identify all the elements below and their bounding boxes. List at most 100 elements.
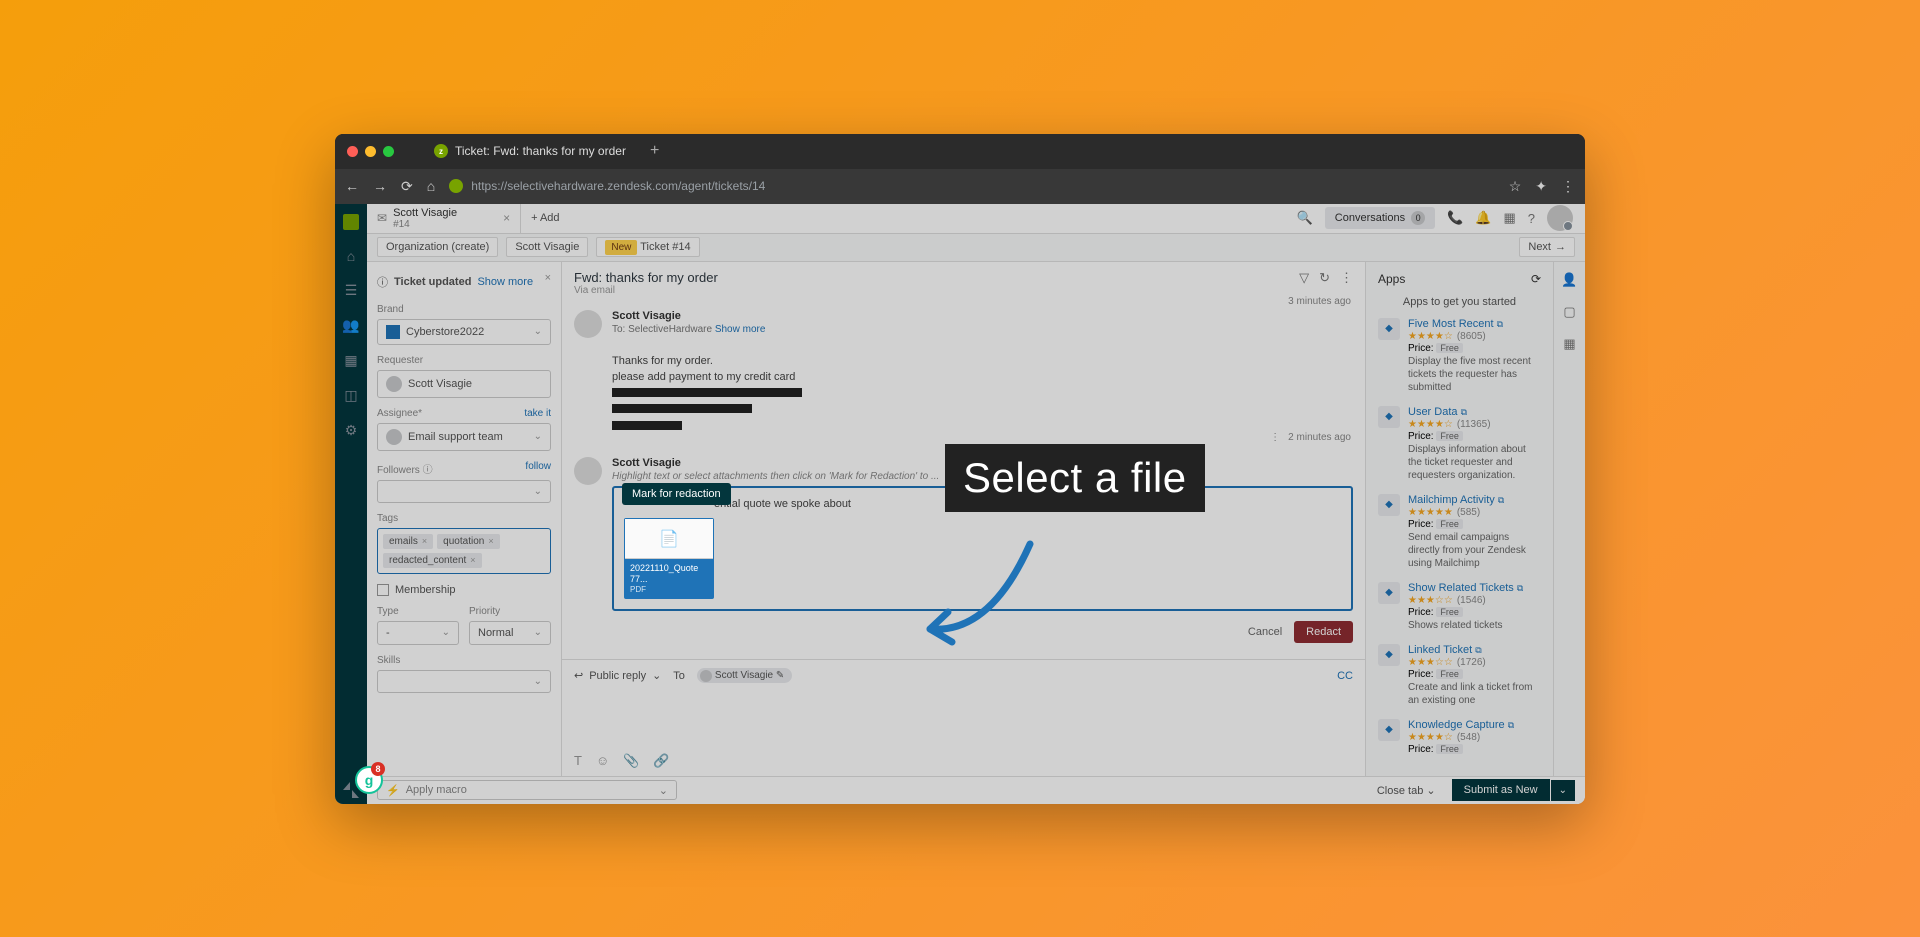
redact-button[interactable]: Redact [1294,621,1353,643]
apply-macro-select[interactable]: ⚡ Apply macro ⌄ [377,780,677,800]
user-icon[interactable]: 👤 [1561,272,1577,288]
tags-input[interactable]: emails× quotation× redacted_content× [377,528,551,574]
forward-icon[interactable]: → [373,178,387,194]
priority-select[interactable]: Normal ⌄ [469,621,551,645]
star-icon[interactable]: ☆ [1509,178,1522,195]
attach-icon[interactable]: 📎 [623,753,639,769]
help-icon[interactable]: ? [1528,211,1535,226]
maximize-window[interactable] [383,146,394,157]
nav-rail: ⌂ ☰ 👥 ▦ ◫ ⚙ [335,204,367,804]
submit-button[interactable]: Submit as New [1452,779,1550,801]
take-it-link[interactable]: take it [524,408,551,419]
tag-redacted: redacted_content× [383,553,482,568]
followers-select[interactable]: ⌄ [377,480,551,503]
apps-icon[interactable]: ▦ [1503,210,1515,226]
next-button[interactable]: Next → [1519,237,1575,257]
app-price: Price: Free [1408,744,1541,755]
zendesk-logo-icon[interactable] [343,214,359,230]
knowledge-icon[interactable]: ▢ [1563,304,1575,320]
search-icon[interactable]: 🔍 [1297,210,1313,226]
notifications-icon[interactable]: 🔔 [1475,210,1491,226]
chevron-down-icon: ⌄ [534,676,542,687]
bc-user[interactable]: Scott Visagie [506,237,588,257]
arrow-right-icon: → [1555,241,1566,253]
grid-icon[interactable]: ▦ [1563,336,1575,352]
reporting-nav-icon[interactable]: ◫ [344,387,357,404]
bc-organization[interactable]: Organization (create) [377,237,498,257]
requester-label: Requester [377,355,551,366]
ticket-tab[interactable]: ✉ Scott Visagie #14 × [367,204,521,233]
app-item[interactable]: ◆ Mailchimp Activity ⧉ ★★★★★(585) Price:… [1378,494,1541,570]
file-name: 20221110_Quote 77... [630,563,708,585]
app-item[interactable]: ◆ Knowledge Capture ⧉ ★★★★☆(548) Price: … [1378,719,1541,756]
more-icon[interactable]: ⋮ [1340,270,1353,286]
app-title: Five Most Recent ⧉ [1408,318,1541,330]
url-field[interactable]: https://selectivehardware.zendesk.com/ag… [449,179,1495,193]
app-item[interactable]: ◆ Five Most Recent ⧉ ★★★★☆(8605) Price: … [1378,318,1541,394]
tab-title: Ticket: Fwd: thanks for my order [455,144,626,158]
emoji-icon[interactable]: ☺ [596,753,609,769]
banner-text: Ticket updated [394,276,471,288]
customers-nav-icon[interactable]: 👥 [342,317,359,334]
remove-tag-icon[interactable]: × [488,536,493,546]
assignee-select[interactable]: Email support team ⌄ [377,423,551,451]
home-nav-icon[interactable]: ⌂ [347,248,355,264]
browser-tab[interactable]: z Ticket: Fwd: thanks for my order [422,138,638,164]
app-item[interactable]: ◆ Linked Ticket ⧉ ★★★☆☆(1726) Price: Fre… [1378,644,1541,707]
app-title: Knowledge Capture ⧉ [1408,719,1541,731]
cc-button[interactable]: CC [1337,670,1353,682]
profile-avatar[interactable] [1547,205,1573,231]
cancel-button[interactable]: Cancel [1248,626,1282,638]
text-format-icon[interactable]: T [574,753,582,769]
edit-icon[interactable]: ✎ [776,670,784,681]
mail-icon: ✉ [377,211,387,225]
remove-tag-icon[interactable]: × [470,555,475,565]
redacted-content [612,421,682,430]
history-icon[interactable]: ↻ [1319,270,1330,286]
requester-select[interactable]: Scott Visagie [377,370,551,398]
admin-nav-icon[interactable]: ⚙ [345,422,358,439]
app-price: Price: Free [1408,343,1541,354]
conversations-button[interactable]: Conversations 0 [1325,207,1435,229]
remove-tag-icon[interactable]: × [422,536,427,546]
app-item[interactable]: ◆ User Data ⧉ ★★★★☆(11365) Price: Free D… [1378,406,1541,482]
back-icon[interactable]: ← [345,178,359,194]
app-icon: ◆ [1378,406,1400,428]
views-nav-icon[interactable]: ☰ [345,282,358,299]
org-nav-icon[interactable]: ▦ [344,352,357,369]
msg-show-more[interactable]: Show more [715,324,766,335]
attachment-file[interactable]: 📄 20221110_Quote 77... PDF [624,518,714,599]
extensions-icon[interactable]: ✦ [1535,178,1547,195]
close-tab-icon[interactable]: × [503,211,510,225]
app-icon: ◆ [1378,494,1400,516]
more-icon[interactable]: ⋮ [1270,432,1280,443]
submit-dropdown[interactable]: ⌄ [1551,780,1575,801]
membership-checkbox[interactable]: Membership [377,584,551,596]
phone-icon[interactable]: 📞 [1447,210,1463,226]
apps-list: ◆ Five Most Recent ⧉ ★★★★☆(8605) Price: … [1378,318,1541,756]
banner-close-icon[interactable]: × [545,272,551,284]
reply-type-select[interactable]: ↩ Public reply ⌄ [574,669,661,682]
chrome-menu-icon[interactable]: ⋮ [1561,178,1575,195]
reload-icon[interactable]: ⟳ [401,178,413,195]
skills-select[interactable]: ⌄ [377,670,551,693]
redacted-content [612,404,752,413]
brand-select[interactable]: Cyberstore2022 ⌄ [377,319,551,345]
msg-timestamp: 3 minutes ago [1288,296,1351,307]
minimize-window[interactable] [365,146,376,157]
app-item[interactable]: ◆ Show Related Tickets ⧉ ★★★☆☆(1546) Pri… [1378,582,1541,632]
refresh-icon[interactable]: ⟳ [1531,272,1541,286]
type-select[interactable]: - ⌄ [377,621,459,645]
add-tab-button[interactable]: + Add [521,212,569,224]
close-tab-link[interactable]: Close tab ⌄ [1369,780,1444,801]
follow-link[interactable]: follow [525,461,551,476]
msg-author: Scott Visagie [612,310,1353,322]
close-window[interactable] [347,146,358,157]
link-icon[interactable]: 🔗 [653,753,669,769]
recipient-pill[interactable]: Scott Visagie ✎ [697,668,792,683]
new-tab-button[interactable]: + [650,142,659,160]
home-icon[interactable]: ⌂ [427,178,435,194]
banner-show-more[interactable]: Show more [477,276,533,288]
grammarly-widget[interactable]: g 8 [355,766,383,794]
filter-icon[interactable]: ▽ [1299,270,1309,286]
